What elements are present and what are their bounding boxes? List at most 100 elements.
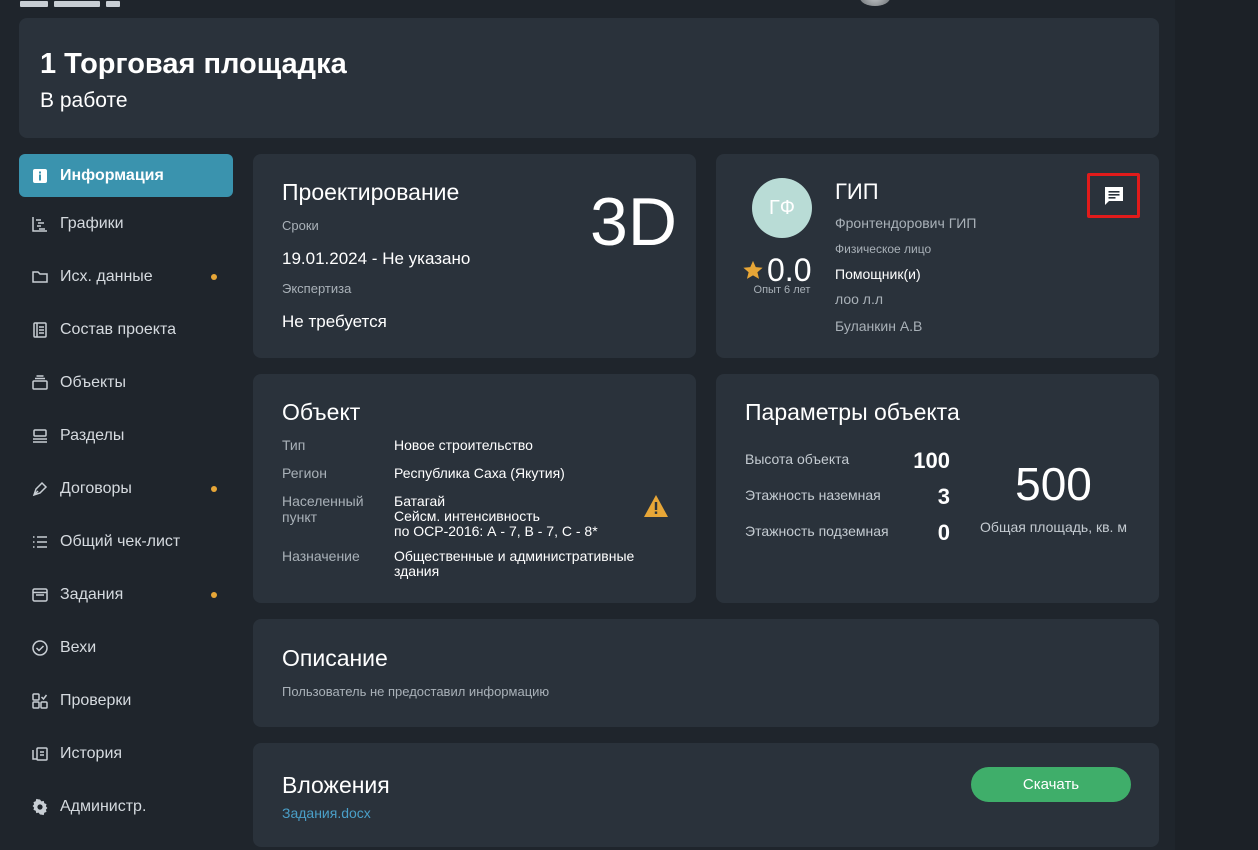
avatar[interactable]: ГФ [752, 178, 812, 238]
star-icon [742, 259, 764, 281]
region-label: Регион [282, 465, 327, 481]
rating-value: 0.0 [767, 252, 812, 288]
sidebar-item-label: Администр. [60, 797, 147, 815]
description-title: Описание [282, 645, 388, 671]
sidebar-item-label: Общий чек-лист [60, 532, 181, 550]
sidebar-item-label: Объекты [60, 373, 126, 391]
type-label: Тип [282, 437, 306, 453]
description-text: Пользователь не предоставил информацию [282, 684, 550, 699]
attachment-link[interactable]: Задания.docx [282, 805, 371, 821]
attachments-card: Вложения Задания.docx Скачать [253, 743, 1159, 847]
object-card: Объект Тип Новое строительство Регион Ре… [253, 374, 696, 603]
user-avatar[interactable] [860, 0, 890, 6]
person-type: Физическое лицо [835, 242, 932, 256]
gantt-icon [31, 215, 49, 233]
expertise-value: Не требуется [282, 312, 387, 331]
floors-above-value: 3 [937, 484, 950, 509]
floors-below-label: Этажность подземная [745, 523, 889, 539]
assistant-name: лоо л.л [835, 291, 884, 307]
sidebar-item-project-composition[interactable]: Состав проекта [19, 308, 233, 351]
sidebar-item-admin[interactable]: Администр. [19, 785, 233, 828]
book-icon [31, 321, 49, 339]
project-header: 1 Торговая площадка В работе [19, 18, 1159, 138]
project-title: 1 Торговая площадка [40, 48, 347, 80]
height-value: 100 [913, 448, 950, 473]
description-card: Описание Пользователь не предоставил инф… [253, 619, 1159, 727]
sidebar-item-charts[interactable]: Графики [19, 202, 233, 245]
grid-check-icon [31, 692, 49, 710]
tasks-icon [31, 586, 49, 604]
region-value: Республика Саха (Якутия) [394, 465, 565, 481]
floors-above-label: Этажность наземная [745, 487, 881, 503]
sidebar-item-info[interactable]: Информация [19, 154, 233, 197]
sidebar-item-contracts[interactable]: Договоры [19, 467, 233, 510]
gear-icon [31, 798, 49, 816]
check-circle-icon [31, 639, 49, 657]
sidebar-item-tasks[interactable]: Задания [19, 573, 233, 616]
area-label: Общая площадь, кв. м [980, 519, 1127, 535]
warning-icon[interactable] [643, 494, 669, 518]
seismic-values: по ОСР-2016: А - 7, В - 7, С - 8* [394, 523, 598, 539]
sidebar-item-label: Графики [60, 214, 124, 232]
seismic-intensity: Сейсм. интенсивность [394, 508, 540, 524]
attachments-title: Вложения [282, 772, 390, 798]
experience: Опыт 6 лет [753, 284, 811, 296]
chat-button[interactable] [1087, 173, 1140, 218]
notification-dot [211, 486, 217, 492]
gip-title: ГИП [835, 179, 879, 204]
assistants-label: Помощник(и) [835, 266, 921, 282]
sidebar-item-label: Информация [60, 166, 164, 184]
notification-dot [211, 274, 217, 280]
sidebar-item-source-data[interactable]: Исх. данные [19, 255, 233, 298]
deadline-value: 19.01.2024 - Не указано [282, 249, 471, 268]
notification-dot [211, 592, 217, 598]
expertise-label: Экспертиза [282, 281, 352, 296]
project-status: В работе [40, 89, 128, 112]
logo [20, 0, 130, 7]
sidebar-item-label: Состав проекта [60, 320, 177, 338]
checklist-icon [31, 533, 49, 551]
type-value: Новое строительство [394, 437, 533, 453]
sidebar-item-reviews[interactable]: Проверки [19, 679, 233, 722]
sidebar-item-checklist[interactable]: Общий чек-лист [19, 520, 233, 563]
purpose-label: Назначение [282, 548, 360, 564]
pen-icon [31, 480, 49, 498]
locality-value: Батагай [394, 493, 446, 509]
sections-icon [31, 427, 49, 445]
gip-name[interactable]: Фронтендорович ГИП [835, 215, 976, 231]
design-card: Проектирование 3D Сроки 19.01.2024 - Не … [253, 154, 696, 358]
locality-label: пункт [282, 509, 318, 525]
sidebar-item-label: Проверки [60, 691, 132, 709]
sidebar-item-label: Вехи [60, 638, 97, 656]
purpose-value: Общественные и административные [394, 548, 635, 564]
sidebar-item-history[interactable]: История [19, 732, 233, 775]
download-button[interactable]: Скачать [971, 767, 1131, 802]
sidebar-item-objects[interactable]: Объекты [19, 361, 233, 404]
sidebar-item-label: Задания [60, 585, 124, 603]
page-right-margin [1175, 0, 1258, 850]
sidebar-item-label: История [60, 744, 123, 762]
area-value: 500 [1015, 458, 1092, 510]
locality-label: Населенный [282, 493, 364, 509]
info-icon [31, 167, 49, 185]
deadline-label: Сроки [282, 218, 319, 233]
assistant-name: Буланкин А.В [835, 318, 923, 334]
floors-below-value: 0 [937, 520, 950, 545]
sidebar-item-label: Исх. данные [60, 267, 153, 285]
sidebar-item-label: Разделы [60, 426, 125, 444]
layers-icon [31, 374, 49, 392]
object-title: Объект [282, 399, 361, 425]
chat-icon [1102, 184, 1126, 208]
design-title: Проектирование [282, 179, 460, 205]
params-title: Параметры объекта [745, 399, 960, 425]
object-params-card: Параметры объекта Высота объекта 100 Эта… [716, 374, 1159, 603]
history-icon [31, 745, 49, 763]
rating: 0.0 [742, 254, 822, 286]
sidebar-item-label: Договоры [60, 479, 132, 497]
sidebar-item-sections[interactable]: Разделы [19, 414, 233, 457]
sidebar-item-milestones[interactable]: Вехи [19, 626, 233, 669]
folder-icon [31, 268, 49, 286]
purpose-value: здания [394, 563, 440, 579]
height-label: Высота объекта [745, 451, 850, 467]
chief-engineer-card: ГФ 0.0 Опыт 6 лет ГИП Фронтендорович ГИП… [716, 154, 1159, 358]
